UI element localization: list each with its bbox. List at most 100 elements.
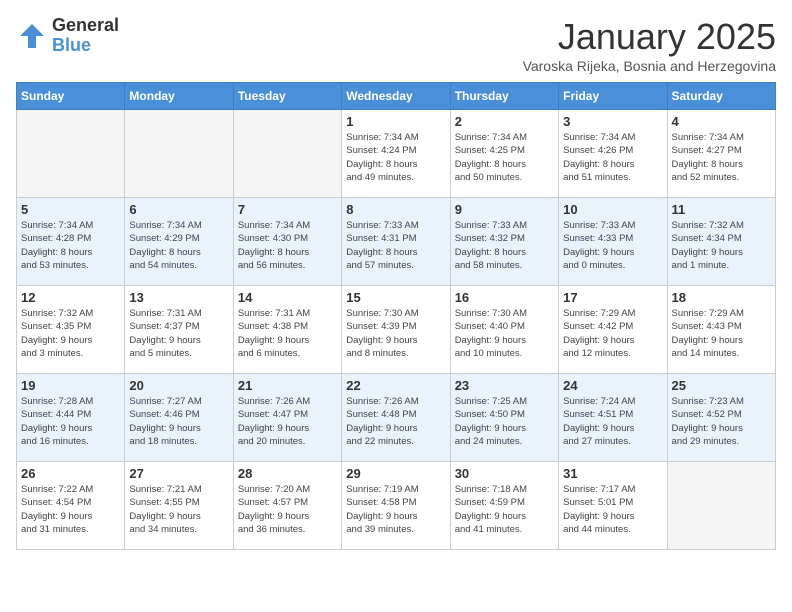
calendar-cell: 1 Sunrise: 7:34 AM Sunset: 4:24 PM Daylig…	[342, 110, 450, 198]
calendar-cell: 14Sunrise: 7:31 AM Sunset: 4:38 PM Dayli…	[233, 286, 341, 374]
calendar-cell: 22Sunrise: 7:26 AM Sunset: 4:48 PM Dayli…	[342, 374, 450, 462]
calendar-cell	[667, 462, 775, 550]
day-info: Sunrise: 7:25 AM Sunset: 4:50 PM Dayligh…	[455, 395, 554, 448]
calendar-cell: 12 Sunrise: 7:32 AM Sunset: 4:35 PM Dayli…	[17, 286, 125, 374]
title-block: January 2025 Varoska Rijeka, Bosnia and …	[523, 16, 776, 74]
calendar-cell: 2 Sunrise: 7:34 AM Sunset: 4:25 PM Daylig…	[450, 110, 558, 198]
day-info: Sunrise: 7:32 AM Sunset: 4:35 PM Dayligh…	[21, 307, 120, 360]
calendar-cell: 5 Sunrise: 7:34 AM Sunset: 4:28 PM Daylig…	[17, 198, 125, 286]
calendar-week-row: 1 Sunrise: 7:34 AM Sunset: 4:24 PM Daylig…	[17, 110, 776, 198]
calendar-cell: 31 Sunrise: 7:17 AM Sunset: 5:01 PM Dayli…	[559, 462, 667, 550]
day-number: 18	[672, 290, 771, 305]
calendar-cell: 9 Sunrise: 7:33 AM Sunset: 4:32 PM Daylig…	[450, 198, 558, 286]
calendar-cell: 4 Sunrise: 7:34 AM Sunset: 4:27 PM Daylig…	[667, 110, 775, 198]
day-number: 1	[346, 114, 445, 129]
day-info: Sunrise: 7:34 AM Sunset: 4:25 PM Dayligh…	[455, 131, 554, 184]
day-info: Sunrise: 7:27 AM Sunset: 4:46 PM Dayligh…	[129, 395, 228, 448]
logo-general: General	[52, 16, 119, 36]
day-number: 24	[563, 378, 662, 393]
day-number: 26	[21, 466, 120, 481]
logo: General Blue	[16, 16, 119, 56]
day-info: Sunrise: 7:34 AM Sunset: 4:27 PM Dayligh…	[672, 131, 771, 184]
calendar-cell: 28Sunrise: 7:20 AM Sunset: 4:57 PM Dayli…	[233, 462, 341, 550]
day-info: Sunrise: 7:32 AM Sunset: 4:34 PM Dayligh…	[672, 219, 771, 272]
day-number: 13	[129, 290, 228, 305]
calendar-week-row: 26 Sunrise: 7:22 AM Sunset: 4:54 PM Dayli…	[17, 462, 776, 550]
day-info: Sunrise: 7:21 AM Sunset: 4:55 PM Dayligh…	[129, 483, 228, 536]
calendar-table: SundayMondayTuesdayWednesdayThursdayFrid…	[16, 82, 776, 550]
day-number: 12	[21, 290, 120, 305]
weekday-header: Thursday	[450, 83, 558, 110]
day-number: 9	[455, 202, 554, 217]
day-number: 7	[238, 202, 337, 217]
day-number: 2	[455, 114, 554, 129]
day-info: Sunrise: 7:34 AM Sunset: 4:24 PM Dayligh…	[346, 131, 445, 184]
calendar-cell: 6 Sunrise: 7:34 AM Sunset: 4:29 PM Daylig…	[125, 198, 233, 286]
calendar-cell: 16Sunrise: 7:30 AM Sunset: 4:40 PM Dayli…	[450, 286, 558, 374]
calendar-cell: 11Sunrise: 7:32 AM Sunset: 4:34 PM Dayli…	[667, 198, 775, 286]
calendar-cell: 17Sunrise: 7:29 AM Sunset: 4:42 PM Dayli…	[559, 286, 667, 374]
weekday-header: Tuesday	[233, 83, 341, 110]
day-info: Sunrise: 7:26 AM Sunset: 4:47 PM Dayligh…	[238, 395, 337, 448]
calendar-cell: 25 Sunrise: 7:23 AM Sunset: 4:52 PM Dayli…	[667, 374, 775, 462]
weekday-header: Sunday	[17, 83, 125, 110]
day-number: 27	[129, 466, 228, 481]
weekday-header: Saturday	[667, 83, 775, 110]
calendar-week-row: 12 Sunrise: 7:32 AM Sunset: 4:35 PM Dayli…	[17, 286, 776, 374]
day-info: Sunrise: 7:30 AM Sunset: 4:39 PM Dayligh…	[346, 307, 445, 360]
day-number: 14	[238, 290, 337, 305]
day-info: Sunrise: 7:33 AM Sunset: 4:31 PM Dayligh…	[346, 219, 445, 272]
page-header: General Blue January 2025 Varoska Rijeka…	[16, 16, 776, 74]
calendar-week-row: 19 Sunrise: 7:28 AM Sunset: 4:44 PM Dayli…	[17, 374, 776, 462]
calendar-cell: 8 Sunrise: 7:33 AM Sunset: 4:31 PM Daylig…	[342, 198, 450, 286]
calendar-cell	[125, 110, 233, 198]
day-info: Sunrise: 7:18 AM Sunset: 4:59 PM Dayligh…	[455, 483, 554, 536]
weekday-header: Monday	[125, 83, 233, 110]
day-number: 29	[346, 466, 445, 481]
day-info: Sunrise: 7:34 AM Sunset: 4:26 PM Dayligh…	[563, 131, 662, 184]
day-number: 8	[346, 202, 445, 217]
day-number: 4	[672, 114, 771, 129]
logo-blue: Blue	[52, 36, 119, 56]
day-number: 19	[21, 378, 120, 393]
day-info: Sunrise: 7:17 AM Sunset: 5:01 PM Dayligh…	[563, 483, 662, 536]
day-info: Sunrise: 7:28 AM Sunset: 4:44 PM Dayligh…	[21, 395, 120, 448]
day-number: 31	[563, 466, 662, 481]
calendar-cell: 27 Sunrise: 7:21 AM Sunset: 4:55 PM Dayli…	[125, 462, 233, 550]
calendar-cell: 29Sunrise: 7:19 AM Sunset: 4:58 PM Dayli…	[342, 462, 450, 550]
day-info: Sunrise: 7:34 AM Sunset: 4:30 PM Dayligh…	[238, 219, 337, 272]
day-number: 30	[455, 466, 554, 481]
day-info: Sunrise: 7:22 AM Sunset: 4:54 PM Dayligh…	[21, 483, 120, 536]
day-number: 20	[129, 378, 228, 393]
logo-icon	[16, 20, 48, 52]
location-subtitle: Varoska Rijeka, Bosnia and Herzegovina	[523, 58, 776, 74]
day-info: Sunrise: 7:34 AM Sunset: 4:29 PM Dayligh…	[129, 219, 228, 272]
calendar-cell	[17, 110, 125, 198]
calendar-week-row: 5 Sunrise: 7:34 AM Sunset: 4:28 PM Daylig…	[17, 198, 776, 286]
calendar-cell: 18Sunrise: 7:29 AM Sunset: 4:43 PM Dayli…	[667, 286, 775, 374]
calendar-cell: 24Sunrise: 7:24 AM Sunset: 4:51 PM Dayli…	[559, 374, 667, 462]
weekday-header: Friday	[559, 83, 667, 110]
day-number: 5	[21, 202, 120, 217]
day-info: Sunrise: 7:34 AM Sunset: 4:28 PM Dayligh…	[21, 219, 120, 272]
day-info: Sunrise: 7:30 AM Sunset: 4:40 PM Dayligh…	[455, 307, 554, 360]
day-number: 3	[563, 114, 662, 129]
calendar-cell: 20 Sunrise: 7:27 AM Sunset: 4:46 PM Dayli…	[125, 374, 233, 462]
day-info: Sunrise: 7:33 AM Sunset: 4:33 PM Dayligh…	[563, 219, 662, 272]
calendar-header-row: SundayMondayTuesdayWednesdayThursdayFrid…	[17, 83, 776, 110]
calendar-cell: 30 Sunrise: 7:18 AM Sunset: 4:59 PM Dayli…	[450, 462, 558, 550]
day-info: Sunrise: 7:31 AM Sunset: 4:37 PM Dayligh…	[129, 307, 228, 360]
day-number: 21	[238, 378, 337, 393]
calendar-cell: 10 Sunrise: 7:33 AM Sunset: 4:33 PM Dayli…	[559, 198, 667, 286]
calendar-cell: 23Sunrise: 7:25 AM Sunset: 4:50 PM Dayli…	[450, 374, 558, 462]
calendar-cell: 19 Sunrise: 7:28 AM Sunset: 4:44 PM Dayli…	[17, 374, 125, 462]
day-number: 25	[672, 378, 771, 393]
calendar-cell: 15Sunrise: 7:30 AM Sunset: 4:39 PM Dayli…	[342, 286, 450, 374]
day-info: Sunrise: 7:23 AM Sunset: 4:52 PM Dayligh…	[672, 395, 771, 448]
day-number: 10	[563, 202, 662, 217]
day-info: Sunrise: 7:33 AM Sunset: 4:32 PM Dayligh…	[455, 219, 554, 272]
day-number: 6	[129, 202, 228, 217]
calendar-cell: 3 Sunrise: 7:34 AM Sunset: 4:26 PM Daylig…	[559, 110, 667, 198]
day-info: Sunrise: 7:20 AM Sunset: 4:57 PM Dayligh…	[238, 483, 337, 536]
calendar-cell: 21 Sunrise: 7:26 AM Sunset: 4:47 PM Dayli…	[233, 374, 341, 462]
